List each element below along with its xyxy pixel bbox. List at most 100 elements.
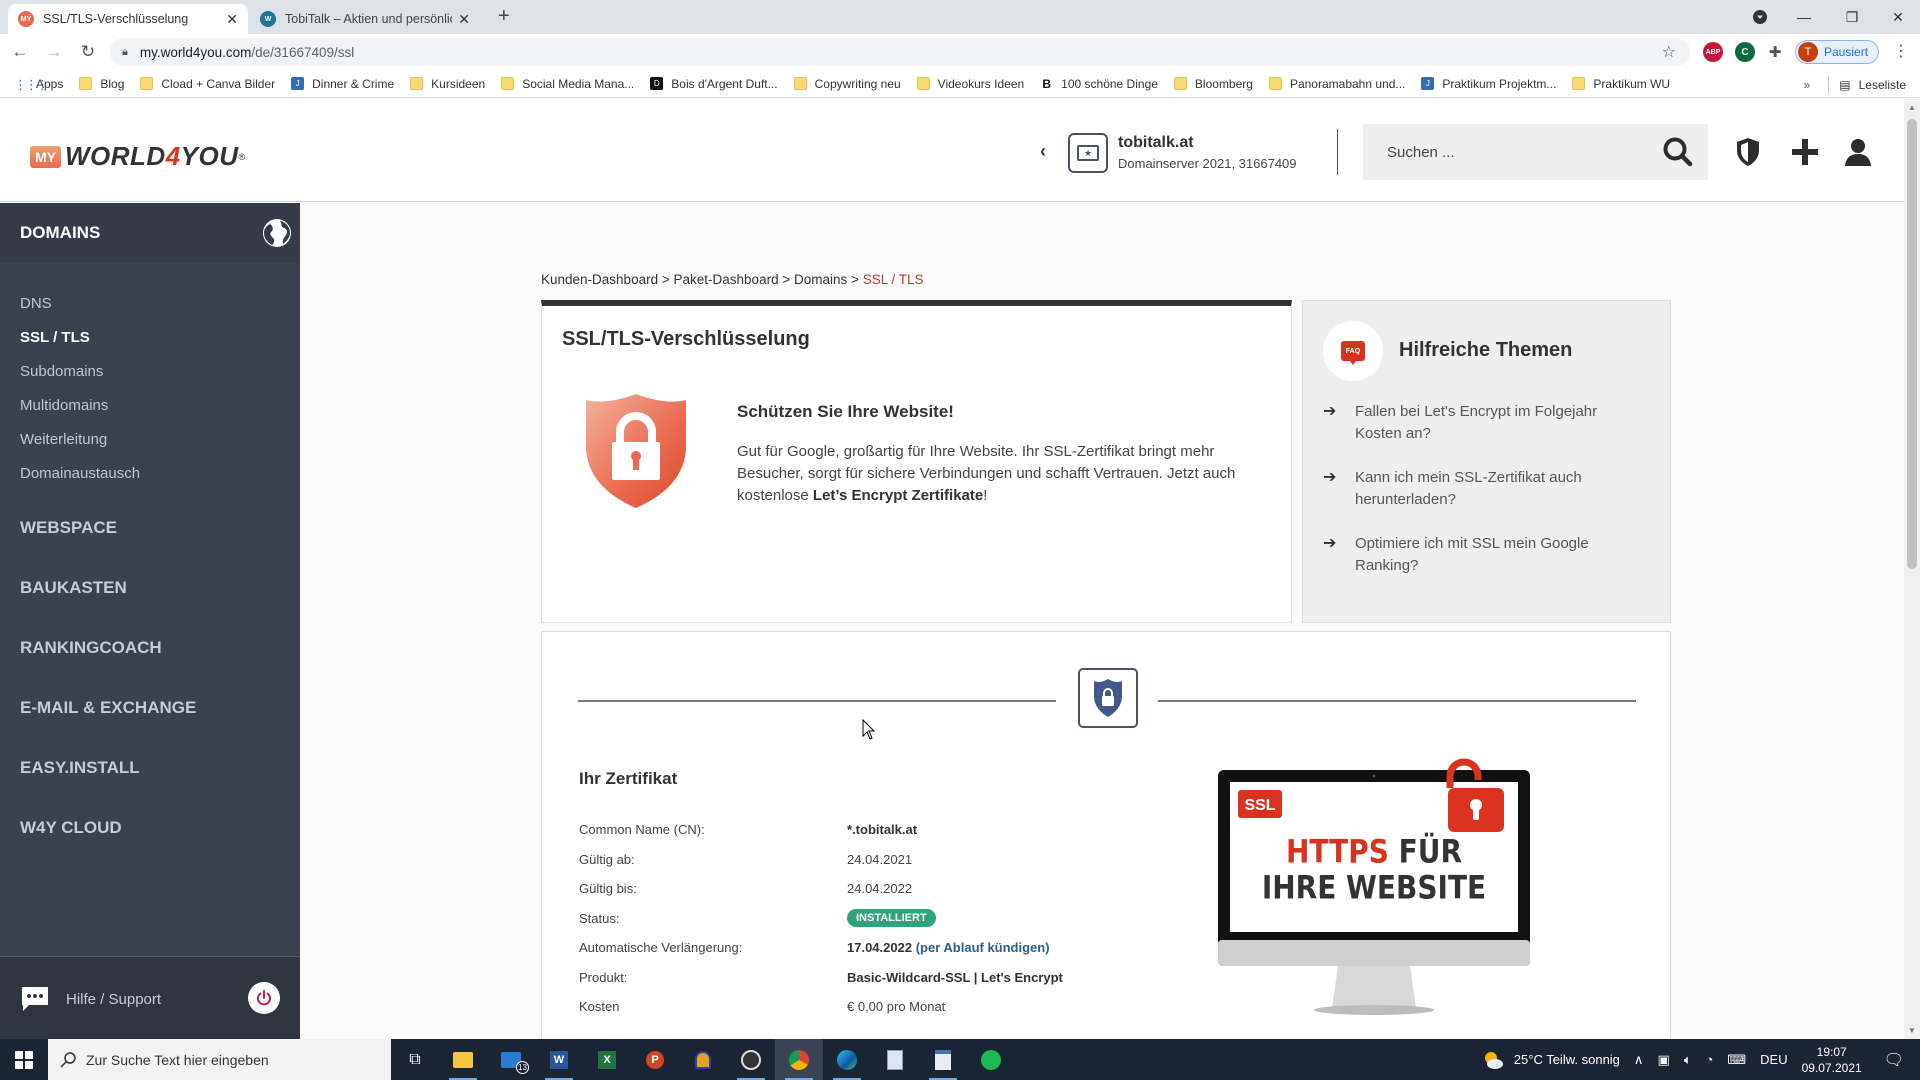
windows-start-button[interactable] xyxy=(0,1039,48,1080)
wifi-icon[interactable]: ◔ xyxy=(1706,1052,1714,1067)
bookmark-item[interactable]: Panoramabahn und... xyxy=(1268,77,1405,91)
close-tab-icon[interactable]: ✕ xyxy=(226,11,238,28)
scroll-down-icon[interactable]: ▼ xyxy=(1908,1026,1916,1035)
help-topic-link[interactable]: ➔ Kann ich mein SSL-Zertifikat auch herunt… xyxy=(1323,467,1653,511)
bookmark-item[interactable]: J Dinner & Crime xyxy=(291,77,394,91)
cancel-renewal-link[interactable]: (per Ablauf kündigen) xyxy=(916,940,1050,955)
spotify-app[interactable] xyxy=(967,1039,1015,1080)
weather-widget[interactable]: 25°C Teilw. sonnig xyxy=(1482,1051,1620,1069)
cert-field-label: Automatische Verlängerung: xyxy=(579,940,743,955)
bookmark-item[interactable]: Praktikum WU xyxy=(1572,77,1670,91)
mail-app[interactable]: 13 xyxy=(487,1039,535,1080)
sidebar-item-ssl-tls[interactable]: SSL / TLS xyxy=(20,329,90,346)
tab-tobitalk[interactable]: W TobiTalk – Aktien und persönliche ✕ xyxy=(250,4,480,34)
sidebar-item-w4y-cloud[interactable]: W4Y CLOUD xyxy=(20,818,122,838)
minimize-button[interactable]: — xyxy=(1782,0,1826,34)
server-name[interactable]: tobitalk.at xyxy=(1118,134,1194,152)
bookmark-item[interactable]: Social Media Mana... xyxy=(501,77,634,91)
sidebar-item-baukasten[interactable]: BAUKASTEN xyxy=(20,578,127,598)
bookmark-item[interactable]: Kursideen xyxy=(410,77,485,91)
help-support-link[interactable]: Hilfe / Support xyxy=(20,985,161,1013)
breadcrumb-paket-dashboard[interactable]: Paket-Dashboard xyxy=(674,272,779,287)
search-input[interactable]: Suchen ... xyxy=(1363,124,1708,180)
chrome-app[interactable] xyxy=(775,1039,823,1080)
file-explorer-app[interactable] xyxy=(439,1039,487,1080)
logout-button[interactable] xyxy=(248,982,280,1014)
close-tab-icon[interactable]: ✕ xyxy=(458,11,470,28)
sidebar-item-rankingcoach[interactable]: RANKINGCOACH xyxy=(20,638,162,658)
sidebar-item-subdomains[interactable]: Subdomains xyxy=(20,363,103,380)
extensions-puzzle-icon[interactable]: ✚ xyxy=(1765,42,1785,62)
sidebar-item-easy-install[interactable]: EASY.INSTALL xyxy=(20,758,140,778)
myworld4you-logo[interactable]: MY WORLD4YOU ® xyxy=(30,141,245,172)
show-hidden-icons-button[interactable]: ∧ xyxy=(1634,1052,1644,1068)
sidebar-item-weiterleitung[interactable]: Weiterleitung xyxy=(20,431,107,448)
certificate-card: Ihr Zertifikat Common Name (CN): *.tobita… xyxy=(541,631,1671,1039)
tab-search-icon[interactable] xyxy=(1738,0,1782,34)
volume-icon[interactable]: 🔈︎ xyxy=(1684,1052,1692,1068)
word-app[interactable]: W xyxy=(535,1039,583,1080)
chat-bubble-icon xyxy=(22,987,48,1011)
browser-menu-icon[interactable]: ⋮ xyxy=(1893,41,1909,61)
bookmark-item[interactable]: D Bois d'Argent Duft... xyxy=(650,77,778,91)
shield-icon[interactable] xyxy=(1735,137,1761,167)
page-scrollbar[interactable]: ▲ ▼ xyxy=(1904,99,1920,1039)
user-account-icon[interactable] xyxy=(1843,137,1873,167)
search-icon[interactable] xyxy=(1662,136,1694,168)
url-bar[interactable]: 🔒︎ my.world4you.com/de/31667409/ssl ☆ xyxy=(110,38,1690,66)
bookmark-item[interactable]: Videokurs Ideen xyxy=(916,77,1024,91)
new-tab-button[interactable]: + xyxy=(498,5,510,28)
help-topic-link[interactable]: ➔ Optimiere ich mit SSL mein Google Rankin… xyxy=(1323,533,1653,577)
scroll-up-icon[interactable]: ▲ xyxy=(1908,103,1916,112)
power-icon xyxy=(257,990,271,1006)
bookmarks-overflow-button[interactable]: » xyxy=(1804,78,1811,92)
taskbar-search-input[interactable]: Zur Suche Text hier eingeben xyxy=(48,1039,391,1080)
bookmark-item[interactable]: Copywriting neu xyxy=(793,77,901,91)
close-window-button[interactable]: ✕ xyxy=(1876,0,1920,34)
action-center-icon[interactable]: 🗨︎ xyxy=(1884,1050,1904,1070)
reload-icon[interactable]: ↻ xyxy=(74,42,102,62)
bookmark-item[interactable]: Cload + Canva Bilder xyxy=(140,77,275,91)
taskbar-clock[interactable]: 19:07 09.07.2021 xyxy=(1802,1044,1862,1076)
adblock-extension-icon[interactable]: ABP xyxy=(1703,42,1723,62)
bookmark-item[interactable]: ⋮⋮⋮ Apps xyxy=(14,77,63,93)
sidebar-item-webspace[interactable]: WEBSPACE xyxy=(20,518,117,538)
reading-list-button[interactable]: Leseliste xyxy=(1859,78,1906,92)
input-language[interactable]: DEU xyxy=(1760,1052,1787,1067)
task-view-button[interactable]: ⧉ xyxy=(391,1039,439,1080)
bookmark-item[interactable]: J Praktikum Projektm... xyxy=(1421,77,1556,91)
bookmark-item[interactable]: Blog xyxy=(79,77,124,91)
sidebar-section-domains[interactable]: DOMAINS xyxy=(0,203,310,263)
edge-app[interactable] xyxy=(823,1039,871,1080)
plus-icon[interactable] xyxy=(1790,137,1820,167)
obs-app[interactable] xyxy=(727,1039,775,1080)
bookmark-item[interactable]: B 100 schöne Dinge xyxy=(1040,77,1158,91)
restore-button[interactable]: ❐ xyxy=(1830,0,1874,34)
excel-app[interactable]: X xyxy=(583,1039,631,1080)
forward-icon[interactable]: → xyxy=(40,42,68,62)
bookmark-item[interactable]: Bloomberg xyxy=(1173,77,1253,91)
document-viewer-app[interactable] xyxy=(919,1039,967,1080)
bookmark-label: 100 schöne Dinge xyxy=(1061,76,1158,91)
chevron-left-icon[interactable]: ‹ xyxy=(1040,141,1046,162)
sidebar-item-domainaustausch[interactable]: Domainaustausch xyxy=(20,465,140,482)
breadcrumb-domains[interactable]: Domains xyxy=(794,272,847,287)
screen-tool-app[interactable] xyxy=(871,1039,919,1080)
scrollbar-thumb[interactable] xyxy=(1907,119,1917,569)
profile-button[interactable]: T Pausiert xyxy=(1795,40,1879,64)
meet-now-icon[interactable]: ▣ xyxy=(1657,1052,1669,1068)
sidebar-item-e-mail-exchange[interactable]: E-MAIL & EXCHANGE xyxy=(20,698,196,718)
powerpoint-app[interactable]: P xyxy=(631,1039,679,1080)
help-topic-link[interactable]: ➔ Fallen bei Let's Encrypt im Folgejahr Ko… xyxy=(1323,401,1653,445)
touch-keyboard-icon[interactable]: ⌨ xyxy=(1727,1052,1746,1068)
back-icon[interactable]: ← xyxy=(6,42,34,62)
grammarly-extension-icon[interactable]: C xyxy=(1735,42,1755,62)
help-topic-text: Kann ich mein SSL-Zertifikat auch herunte… xyxy=(1355,469,1582,508)
sidebar-item-dns[interactable]: DNS xyxy=(20,295,52,312)
audio-app[interactable] xyxy=(679,1039,727,1080)
folder-icon xyxy=(140,77,154,90)
bookmark-star-icon[interactable]: ☆ xyxy=(1662,42,1676,62)
breadcrumb-kunden-dashboard[interactable]: Kunden-Dashboard xyxy=(541,272,658,287)
tab-ssl-tls[interactable]: MY SSL/TLS-Verschlüsselung ✕ xyxy=(8,4,248,34)
sidebar-item-multidomains[interactable]: Multidomains xyxy=(20,397,108,414)
